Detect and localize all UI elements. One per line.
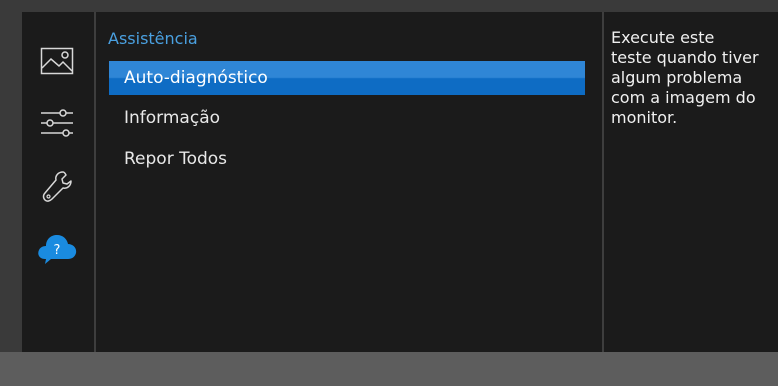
help-cloud-icon-glyph: ? [38, 235, 77, 264]
menu-item-self-diagnosis[interactable]: Auto-diagnóstico [109, 61, 585, 95]
help-cloud-label: ? [54, 243, 61, 258]
menu-item-label: Auto-diagnóstico [124, 68, 268, 88]
menu-item-reset-all[interactable]: Repor Todos [109, 142, 585, 176]
menu-title: Assistência [108, 29, 198, 48]
sidebar: ? [22, 12, 94, 352]
description-line: teste quando tiver [611, 48, 759, 67]
right-divider [602, 12, 604, 352]
adjust-sliders-icon-glyph [41, 109, 73, 137]
adjust-sliders-icon[interactable] [32, 103, 82, 143]
menu-item-label: Informação [124, 108, 221, 128]
assistance-menu: Assistência Auto-diagnóstico Informação … [96, 12, 602, 352]
help-cloud-icon[interactable]: ? [32, 228, 82, 268]
menu-item-label: Repor Todos [124, 149, 228, 169]
picture-icon[interactable] [32, 41, 82, 81]
menu-item-information[interactable]: Informação [109, 101, 585, 135]
bottom-bar [0, 352, 778, 386]
picture-icon-glyph [40, 47, 74, 75]
description-line: algum problema [611, 68, 743, 87]
description-line: monitor. [611, 108, 678, 127]
description-line: com a imagem do [611, 88, 756, 107]
wrench-icon-glyph [42, 171, 72, 202]
description-line: Execute este [611, 28, 715, 47]
wrench-icon[interactable] [32, 166, 82, 206]
description-text: Execute este teste quando tiver algum pr… [611, 28, 775, 128]
